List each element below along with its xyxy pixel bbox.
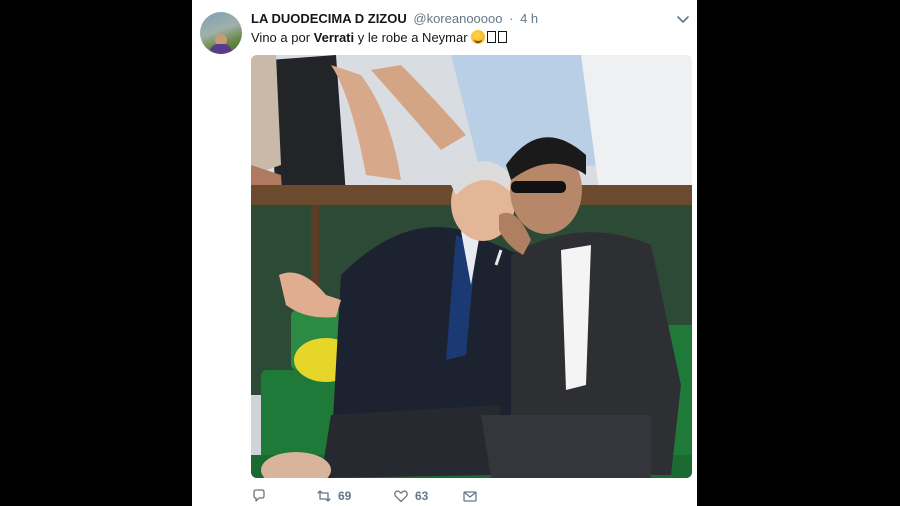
tweet-actions: 69 63 bbox=[251, 488, 687, 506]
user-handle[interactable]: @koreanooooo bbox=[413, 11, 502, 26]
avatar-body bbox=[210, 44, 232, 54]
missing-glyph-icon bbox=[486, 31, 496, 43]
reply-button[interactable] bbox=[251, 488, 267, 504]
tweet-text-start: Vino a por bbox=[251, 30, 314, 45]
header-separator: · bbox=[509, 11, 514, 26]
direct-message-button[interactable] bbox=[462, 488, 478, 504]
retweet-button[interactable]: 69 bbox=[316, 488, 351, 504]
tweet-header: LA DUODECIMA D ZIZOU @koreanooooo · 4 h bbox=[251, 11, 667, 27]
like-count: 63 bbox=[415, 489, 429, 503]
tweet-text: Vino a por Verrati y le robe a Neymar bbox=[251, 30, 677, 46]
timestamp[interactable]: 4 h bbox=[520, 11, 538, 26]
chevron-down-icon[interactable] bbox=[675, 11, 691, 27]
avatar[interactable] bbox=[200, 12, 242, 54]
photo-illustration bbox=[251, 55, 692, 478]
missing-glyph-icon bbox=[497, 31, 507, 43]
retweet-count: 69 bbox=[338, 489, 352, 503]
retweet-icon bbox=[317, 490, 331, 502]
tweet-text-end: y le robe a Neymar bbox=[354, 30, 468, 45]
heart-icon bbox=[394, 490, 408, 503]
reply-icon bbox=[253, 489, 265, 502]
grinning-emoji-icon bbox=[470, 30, 485, 44]
tweet-photo[interactable] bbox=[251, 55, 692, 478]
tweet-text-bold: Verrati bbox=[313, 30, 355, 45]
like-button[interactable]: 63 bbox=[393, 488, 428, 504]
tweet-card[interactable]: LA DUODECIMA D ZIZOU @koreanooooo · 4 h … bbox=[192, 0, 697, 506]
display-name[interactable]: LA DUODECIMA D ZIZOU bbox=[251, 11, 407, 26]
envelope-icon bbox=[463, 491, 477, 502]
